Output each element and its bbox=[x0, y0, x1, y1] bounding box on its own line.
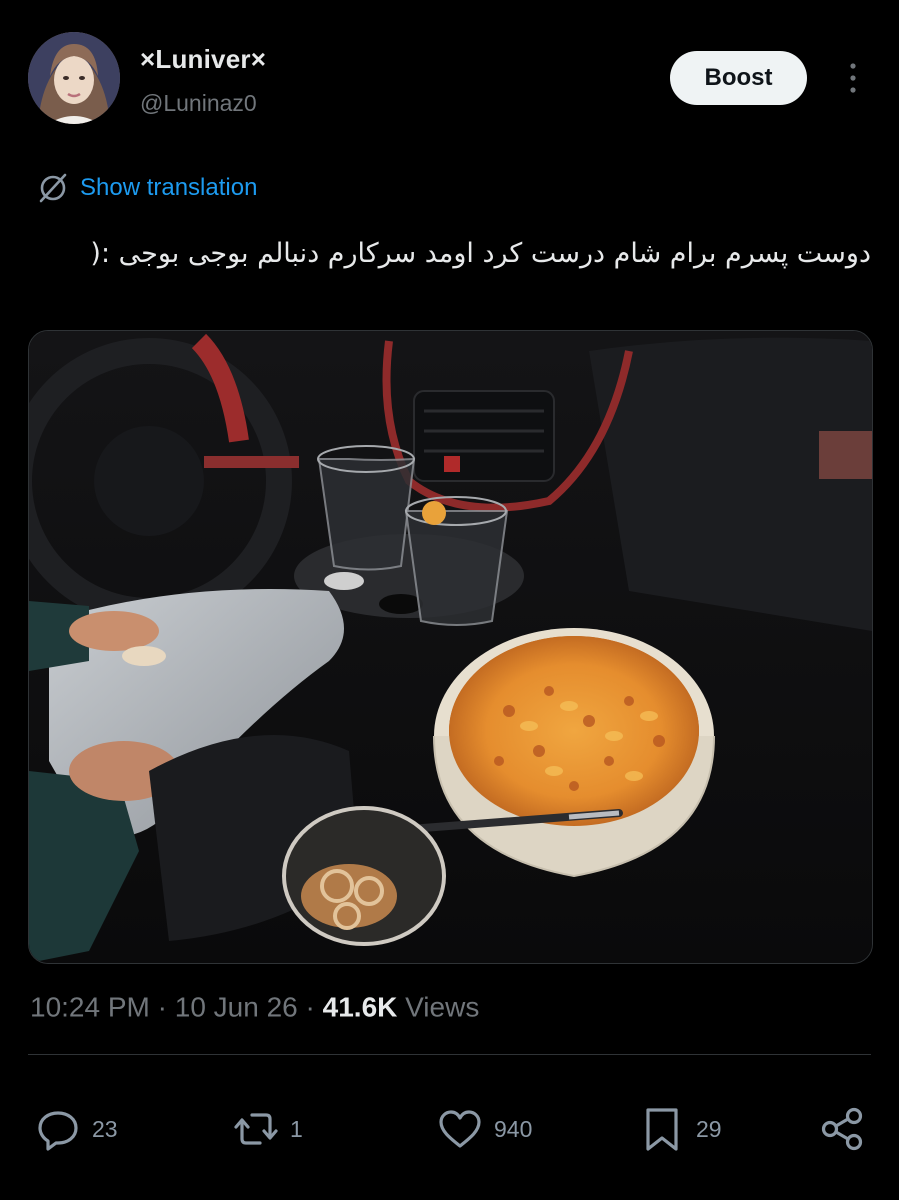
tweet-time[interactable]: 10:24 PM bbox=[30, 992, 150, 1023]
avatar[interactable] bbox=[28, 32, 120, 124]
reply-count: 23 bbox=[92, 1115, 118, 1142]
like-button[interactable]: 940 bbox=[436, 1104, 532, 1154]
repost-icon bbox=[234, 1113, 278, 1145]
meta-separator: · bbox=[305, 991, 315, 1023]
avatar-image bbox=[28, 32, 120, 124]
bookmark-button[interactable]: 29 bbox=[638, 1104, 722, 1154]
views-count: 41.6K bbox=[322, 991, 398, 1023]
boost-button[interactable]: Boost bbox=[670, 51, 807, 105]
meta-separator: · bbox=[157, 991, 167, 1023]
bookmark-icon bbox=[646, 1108, 678, 1151]
tweet-date[interactable]: 10 Jun 26 bbox=[175, 992, 298, 1023]
repost-button[interactable]: 1 bbox=[232, 1104, 303, 1154]
tweet-text: دوست پسرم برام شام درست کرد اومد سرکارم … bbox=[90, 238, 871, 269]
display-name[interactable]: ×Luniver× bbox=[140, 44, 266, 75]
username[interactable]: @Luninaz0 bbox=[140, 90, 257, 117]
reply-icon bbox=[38, 1111, 78, 1151]
photo-car-dinner bbox=[29, 331, 872, 963]
repost-count: 1 bbox=[290, 1115, 303, 1142]
bookmark-count: 29 bbox=[696, 1115, 722, 1142]
show-translation-link[interactable]: Show translation bbox=[36, 170, 257, 206]
translate-icon bbox=[39, 173, 67, 203]
heart-icon bbox=[439, 1110, 481, 1148]
tweet-meta: 10:24 PM · 10 Jun 26 · 41.6K Views bbox=[30, 990, 479, 1024]
divider bbox=[28, 1054, 871, 1055]
like-count: 940 bbox=[494, 1115, 533, 1142]
views-label: Views bbox=[405, 991, 480, 1023]
share-icon bbox=[821, 1107, 863, 1151]
tweet-photo[interactable] bbox=[28, 330, 873, 964]
share-button[interactable] bbox=[818, 1104, 866, 1154]
reply-button[interactable]: 23 bbox=[34, 1104, 118, 1154]
more-vertical-icon[interactable] bbox=[838, 58, 868, 98]
show-translation-label: Show translation bbox=[80, 174, 258, 201]
